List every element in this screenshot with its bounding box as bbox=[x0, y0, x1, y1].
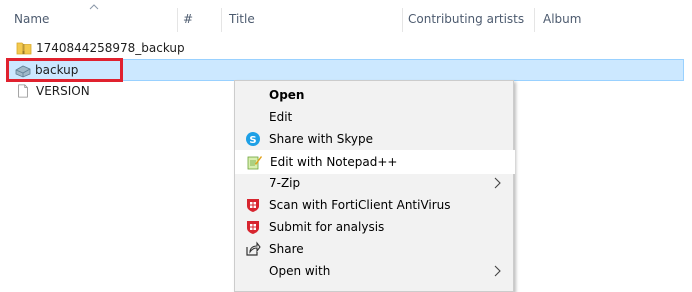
column-title[interactable]: Title bbox=[229, 0, 255, 36]
column-number[interactable]: # bbox=[183, 0, 193, 36]
column-name[interactable]: Name bbox=[14, 0, 49, 36]
column-divider[interactable] bbox=[534, 8, 535, 32]
menu-item-7-zip[interactable]: 7-Zip bbox=[235, 172, 513, 194]
sort-ascending-icon[interactable] bbox=[89, 3, 99, 11]
menu-item-label: Share with Skype bbox=[269, 132, 373, 146]
menu-item-edit[interactable]: Edit bbox=[235, 106, 513, 128]
menu-item-share[interactable]: Share bbox=[235, 238, 513, 260]
menu-item-edit-with-notepad-plus-plus[interactable]: Edit with Notepad++ bbox=[235, 150, 515, 174]
share-icon bbox=[246, 241, 261, 256]
forticlient-icon bbox=[247, 199, 259, 212]
menu-item-label: Share bbox=[269, 242, 304, 256]
column-contributing-artists[interactable]: Contributing artists bbox=[408, 0, 524, 36]
menu-item-label: Edit with Notepad++ bbox=[270, 155, 398, 169]
menu-item-scan-with-forticlient[interactable]: Scan with FortiClient AntiVirus bbox=[235, 194, 513, 216]
chevron-right-icon bbox=[494, 177, 501, 189]
column-divider[interactable] bbox=[402, 8, 403, 32]
menu-item-label: Edit bbox=[269, 110, 293, 124]
forticlient-icon bbox=[247, 221, 259, 234]
column-divider[interactable] bbox=[177, 8, 178, 32]
highlight-annotation-box bbox=[6, 58, 123, 82]
file-row[interactable]: 1740844258978_backup bbox=[0, 37, 692, 59]
column-album[interactable]: Album bbox=[543, 0, 581, 36]
file-name: VERSION bbox=[36, 84, 90, 98]
menu-item-open-with[interactable]: Open with bbox=[235, 260, 513, 282]
blank-file-icon bbox=[18, 84, 28, 98]
notepad-plus-plus-icon bbox=[247, 156, 262, 170]
menu-item-label: Scan with FortiClient AntiVirus bbox=[269, 198, 451, 212]
file-name: 1740844258978_backup bbox=[36, 41, 185, 55]
folder-zip-icon bbox=[16, 42, 32, 55]
column-divider[interactable] bbox=[221, 8, 222, 32]
menu-item-label: Open bbox=[269, 88, 305, 102]
menu-item-label: Submit for analysis bbox=[269, 220, 385, 234]
menu-item-label: 7-Zip bbox=[269, 176, 301, 190]
chevron-right-icon bbox=[494, 265, 501, 277]
column-header-row: Name # Title Contributing artists Album bbox=[0, 0, 692, 36]
menu-item-label: Open with bbox=[269, 264, 331, 278]
menu-item-submit-for-analysis[interactable]: Submit for analysis bbox=[235, 216, 513, 238]
skype-icon: S bbox=[246, 132, 260, 146]
svg-text:S: S bbox=[249, 135, 256, 146]
menu-item-share-with-skype[interactable]: S Share with Skype bbox=[235, 128, 513, 150]
context-menu: Open Edit S Share with Skype Edit with N… bbox=[234, 80, 515, 292]
menu-item-open[interactable]: Open bbox=[235, 84, 513, 106]
